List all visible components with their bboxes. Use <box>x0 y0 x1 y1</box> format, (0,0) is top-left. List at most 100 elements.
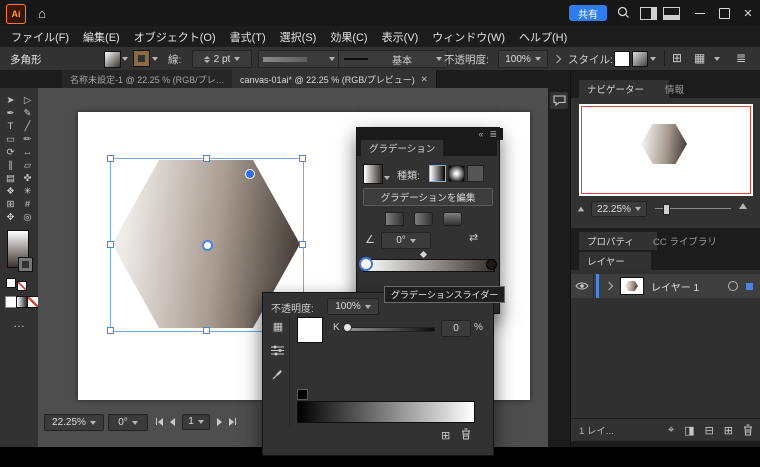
delete-layer-icon[interactable] <box>743 424 753 436</box>
color-sliders-icon[interactable] <box>271 345 284 356</box>
artboard-tool[interactable]: ⊞ <box>2 198 19 211</box>
layer-name[interactable]: レイヤー 1 <box>651 279 699 294</box>
artboard-number-dropdown[interactable]: 1 <box>182 414 210 430</box>
edit-toolbar-icon[interactable]: … <box>0 316 38 330</box>
menu-effect[interactable]: 効果(C) <box>323 29 374 45</box>
stroke-gradient-across-icon[interactable] <box>443 212 462 226</box>
panel-menu-icon[interactable]: ≣ <box>489 129 497 140</box>
paintbrush-tool[interactable]: ✏ <box>19 133 36 146</box>
home-icon[interactable]: ⌂ <box>32 3 52 23</box>
selection-handle[interactable] <box>107 155 114 162</box>
line-segment-tool[interactable]: ╱ <box>19 120 36 133</box>
symbol-sprayer-tool[interactable]: ✳ <box>19 185 36 198</box>
tab-info[interactable]: 情報 <box>657 80 713 98</box>
preferences-icon[interactable]: ▦ <box>694 51 705 65</box>
style-gradient-swatch[interactable] <box>632 51 648 67</box>
hand-tool[interactable]: ✥ <box>2 211 19 224</box>
layer-target-circle[interactable] <box>728 281 738 291</box>
selected-ramp-chip[interactable] <box>297 389 308 400</box>
rotate-tool[interactable]: ⟳ <box>2 146 19 159</box>
style-dropdown-icon[interactable] <box>650 57 656 61</box>
free-transform-tool[interactable]: ▱ <box>19 159 36 172</box>
collapse-panel-icon[interactable]: « <box>478 129 483 139</box>
first-artboard-button[interactable] <box>156 418 163 426</box>
arrange-documents-icon[interactable] <box>663 7 680 20</box>
gradient-thumbnail[interactable] <box>363 164 383 184</box>
reverse-gradient-icon[interactable]: ⇄ <box>469 231 478 244</box>
default-fill-chip[interactable] <box>6 278 16 288</box>
share-button[interactable]: 共有 <box>569 5 607 21</box>
layer-expand-icon[interactable] <box>605 282 613 290</box>
new-swatch-icon[interactable]: ⊞ <box>441 429 450 442</box>
navigator-preview[interactable] <box>579 104 753 196</box>
maximize-button[interactable] <box>712 0 736 26</box>
controlbar-dropdown-icon[interactable] <box>714 57 720 61</box>
make-mask-icon[interactable]: ◨ <box>684 424 694 437</box>
zoom-tool[interactable]: ◎ <box>19 211 36 224</box>
stroke-gradient-within-icon[interactable] <box>385 212 404 226</box>
navigator-zoom-dropdown[interactable]: 22.25% <box>591 201 647 217</box>
type-tool[interactable]: T <box>2 120 19 133</box>
menu-file[interactable]: ファイル(F) <box>4 29 76 45</box>
menu-select[interactable]: 選択(S) <box>273 29 324 45</box>
blend-tool[interactable]: ❖ <box>2 185 19 198</box>
previous-artboard-button[interactable] <box>170 418 175 426</box>
layer-visibility-toggle[interactable] <box>571 274 594 298</box>
fill-dropdown-icon[interactable] <box>122 57 128 61</box>
document-setup-icon[interactable]: ⊞ <box>672 51 682 65</box>
tab-layers[interactable]: レイヤー <box>579 252 651 270</box>
menu-view[interactable]: 表示(V) <box>375 29 426 45</box>
minimize-button[interactable] <box>688 0 712 26</box>
gradient-stop-left[interactable] <box>359 257 373 271</box>
gradient-panel-header[interactable]: « ≣ <box>357 128 503 140</box>
opacity-dropdown[interactable]: 100% <box>498 50 548 68</box>
navigator-zoom-slider-thumb[interactable] <box>663 204 670 215</box>
menu-help[interactable]: ヘルプ(H) <box>512 29 574 45</box>
workspace-layout-icon[interactable] <box>640 7 657 20</box>
gradient-annotator-center[interactable] <box>202 240 213 251</box>
menu-edit[interactable]: 編集(E) <box>76 29 127 45</box>
eyedropper-icon[interactable] <box>272 369 283 380</box>
stroke-weight-stepper[interactable]: 2 pt <box>192 50 252 68</box>
search-icon[interactable] <box>617 6 630 19</box>
rectangle-tool[interactable]: ▭ <box>2 133 19 146</box>
selection-handle[interactable] <box>107 241 114 248</box>
edit-gradient-button[interactable]: グラデーションを編集 <box>363 188 493 206</box>
delete-swatch-icon[interactable] <box>461 428 471 440</box>
opacity-more-icon[interactable] <box>553 55 561 63</box>
stepper-down-icon[interactable] <box>204 60 210 63</box>
stepper-up-icon[interactable] <box>204 56 210 59</box>
fill-color-swatch[interactable] <box>104 51 121 68</box>
selection-handle[interactable] <box>203 327 210 334</box>
curvature-tool[interactable]: ✎ <box>19 107 36 120</box>
selection-handle[interactable] <box>299 155 306 162</box>
stop-color-swatch[interactable] <box>297 317 323 343</box>
direct-selection-tool[interactable]: ▷ <box>19 94 36 107</box>
brush-definition-dropdown[interactable]: 基本 <box>338 50 448 68</box>
new-sublayer-icon[interactable]: ⊟ <box>705 424 714 437</box>
gradient-annotator-end[interactable] <box>245 169 255 179</box>
k-value-field[interactable]: 0 <box>441 320 471 337</box>
close-button[interactable]: ✕ <box>736 0 760 26</box>
zoom-dropdown[interactable]: 22.25% <box>44 414 104 431</box>
doc-tab-untitled[interactable]: 名称未設定-1 @ 22.25 % (RGB/プレビュー) ✕ <box>62 70 249 88</box>
selection-handle[interactable] <box>299 241 306 248</box>
zoom-in-icon[interactable] <box>739 203 747 209</box>
controlbar-menu-icon[interactable]: ≣ <box>736 51 746 65</box>
gradient-slider-bar[interactable] <box>363 259 495 272</box>
menu-window[interactable]: ウィンドウ(W) <box>425 29 512 45</box>
stroke-dropdown-icon[interactable] <box>152 57 158 61</box>
gradient-panel-tab[interactable]: グラデーション <box>361 140 443 156</box>
swatches-icon[interactable]: ▦ <box>271 319 285 333</box>
rotation-dropdown[interactable]: 0° <box>108 414 148 431</box>
app-logo[interactable]: Ai <box>6 4 26 24</box>
width-profile-dropdown[interactable] <box>258 50 340 68</box>
next-artboard-button[interactable] <box>217 418 222 426</box>
last-artboard-button[interactable] <box>229 418 236 426</box>
gradient-angle-dropdown[interactable]: 0° <box>381 232 431 249</box>
gradient-tool[interactable]: ▤ <box>2 172 19 185</box>
stroke-weight-dropdown-icon[interactable] <box>234 57 240 61</box>
stop-opacity-dropdown[interactable]: 100% <box>327 298 379 315</box>
width-tool[interactable]: ∥ <box>2 159 19 172</box>
linear-gradient-type-button[interactable] <box>429 165 446 182</box>
